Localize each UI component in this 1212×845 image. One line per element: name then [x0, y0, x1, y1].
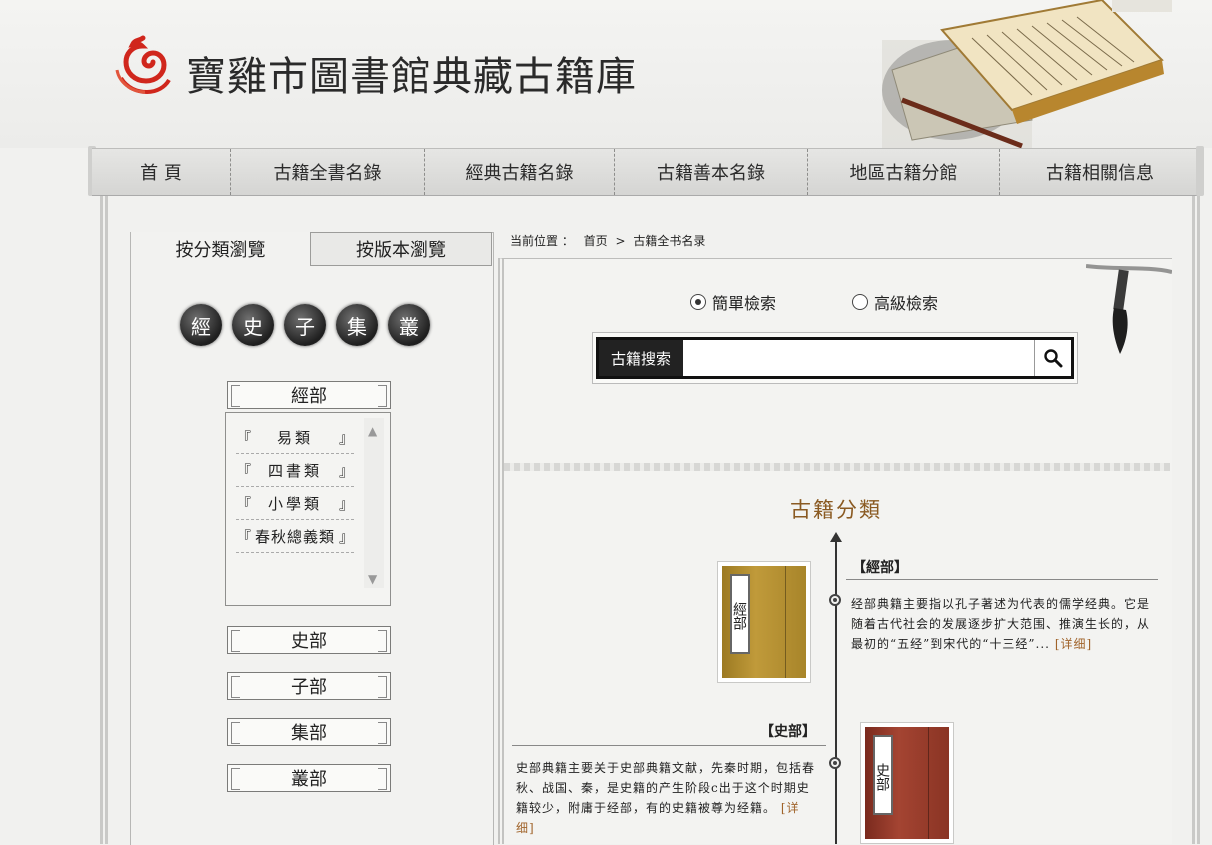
book-binding — [928, 727, 943, 839]
radio-simple-search[interactable]: 簡單檢索 — [690, 290, 776, 314]
circle-shi[interactable]: 史 — [232, 304, 274, 346]
bracket-open: 『 — [236, 429, 252, 447]
shi-entry-desc: 史部典籍主要关于史部典籍文献，先秦时期，包括春秋、战国、秦，是史籍的产生阶段c出… — [516, 761, 816, 815]
breadcrumb: 当前位置 ： 首页 > 古籍全书名录 — [510, 232, 705, 249]
nav-related-info[interactable]: 古籍相關信息 — [1000, 149, 1200, 195]
jing-entry-heading[interactable]: 【經部】 — [852, 557, 908, 577]
shi-cover-label: 史部 — [873, 735, 893, 815]
subcategory-item[interactable]: 『 小學類 』 — [236, 488, 354, 520]
shi-book-cover: 史部 — [865, 727, 949, 839]
category-cong-button[interactable]: 叢部 — [227, 764, 391, 792]
subcategory-item[interactable]: 『 易類 』 — [236, 422, 354, 454]
shi-entry-rule — [512, 745, 826, 746]
subcategory-label: 春秋總義類 — [254, 528, 335, 546]
nav-home[interactable]: 首 頁 — [92, 149, 231, 195]
subcategory-label: 小學類 — [267, 495, 322, 513]
jing-book-cover: 經部 — [722, 566, 806, 678]
subcategory-item[interactable]: 『 四書類 』 — [236, 455, 354, 487]
search-input[interactable] — [683, 340, 1034, 376]
jing-cover-label: 經部 — [730, 574, 750, 654]
bracket-close: 』 — [338, 429, 354, 447]
bracket-close: 』 — [338, 528, 354, 546]
search-icon — [1044, 349, 1063, 368]
circle-zi[interactable]: 子 — [284, 304, 326, 346]
main-nav: 首 頁 古籍全書名錄 經典古籍名錄 古籍善本名錄 地區古籍分館 古籍相關信息 — [92, 148, 1200, 196]
breadcrumb-prefix: 当前位置 ： — [510, 234, 574, 248]
library-logo-icon[interactable] — [113, 34, 173, 96]
timeline-line — [835, 540, 837, 844]
subcategory-label: 易類 — [276, 429, 313, 447]
search-button[interactable] — [1034, 340, 1071, 376]
nav-regional-branches[interactable]: 地區古籍分館 — [808, 149, 1000, 195]
breadcrumb-home[interactable]: 首页 — [584, 234, 608, 248]
site-title: 寶雞市圖書館典藏古籍庫 — [186, 54, 637, 100]
subcategory-item[interactable]: 『 春秋總義類 』 — [236, 521, 354, 553]
jing-entry-desc: 经部典籍主要指以孔子著述为代表的儒学经典。它是随着古代社会的发展逐步扩大范围、推… — [851, 597, 1151, 651]
shi-cover-card[interactable]: 史部 — [860, 722, 954, 844]
nav-cap-right — [1196, 146, 1204, 196]
search-label: 古籍搜索 — [599, 340, 683, 376]
jing-cover-card[interactable]: 經部 — [717, 561, 811, 683]
circle-cong[interactable]: 叢 — [388, 304, 430, 346]
bracket-close: 』 — [338, 495, 354, 513]
breadcrumb-separator: > — [615, 234, 626, 248]
ancient-book-illustration — [882, 0, 1172, 148]
category-ji-button[interactable]: 集部 — [227, 718, 391, 746]
radio-dot-checked — [690, 294, 706, 310]
jing-detail-link[interactable]: [详细] — [1055, 637, 1092, 651]
bracket-close: 』 — [338, 462, 354, 480]
radio-advanced-search[interactable]: 高級檢索 — [852, 290, 938, 314]
search-bar: 古籍搜索 — [596, 337, 1074, 379]
book-binding — [785, 566, 800, 678]
category-zi-button[interactable]: 子部 — [227, 672, 391, 700]
bracket-open: 『 — [236, 462, 252, 480]
shi-entry-text: 史部典籍主要关于史部典籍文献，先秦时期，包括春秋、战国、秦，是史籍的产生阶段c出… — [516, 758, 818, 838]
nav-rare-books[interactable]: 古籍善本名錄 — [615, 149, 808, 195]
calligraphy-brush-decoration — [1086, 264, 1172, 354]
scroll-down-icon[interactable]: ▼ — [368, 572, 377, 586]
radio-simple-label: 簡單檢索 — [712, 294, 777, 313]
bracket-open: 『 — [236, 528, 252, 546]
tab-by-category[interactable]: 按分類瀏覽 — [131, 232, 310, 266]
subcategory-label: 四書類 — [267, 462, 322, 480]
circle-jing[interactable]: 經 — [180, 304, 222, 346]
radio-dot-unchecked — [852, 294, 868, 310]
bracket-open: 『 — [236, 495, 252, 513]
breadcrumb-current[interactable]: 古籍全书名录 — [633, 234, 705, 248]
category-jing-button[interactable]: 經部 — [227, 381, 391, 409]
timeline-node — [829, 594, 841, 606]
category-shi-button[interactable]: 史部 — [227, 626, 391, 654]
nav-all-books[interactable]: 古籍全書名錄 — [231, 149, 425, 195]
jing-entry-text: 经部典籍主要指以孔子著述为代表的儒学经典。它是随着古代社会的发展逐步扩大范围、推… — [851, 594, 1155, 654]
circle-ji[interactable]: 集 — [336, 304, 378, 346]
section-title: 古籍分類 — [790, 498, 882, 522]
scroll-up-icon[interactable]: ▲ — [368, 424, 377, 438]
nav-classic-books[interactable]: 經典古籍名錄 — [425, 149, 615, 195]
tab-by-edition[interactable]: 按版本瀏覽 — [310, 232, 492, 266]
section-divider — [504, 463, 1170, 471]
radio-advanced-label: 高級檢索 — [874, 294, 939, 313]
shi-entry-heading[interactable]: 【史部】 — [760, 721, 816, 741]
timeline-node — [829, 757, 841, 769]
subcategory-scrollbar[interactable] — [364, 418, 384, 588]
jing-entry-rule — [846, 579, 1158, 580]
quick-category-circles: 經 史 子 集 叢 — [180, 304, 430, 346]
